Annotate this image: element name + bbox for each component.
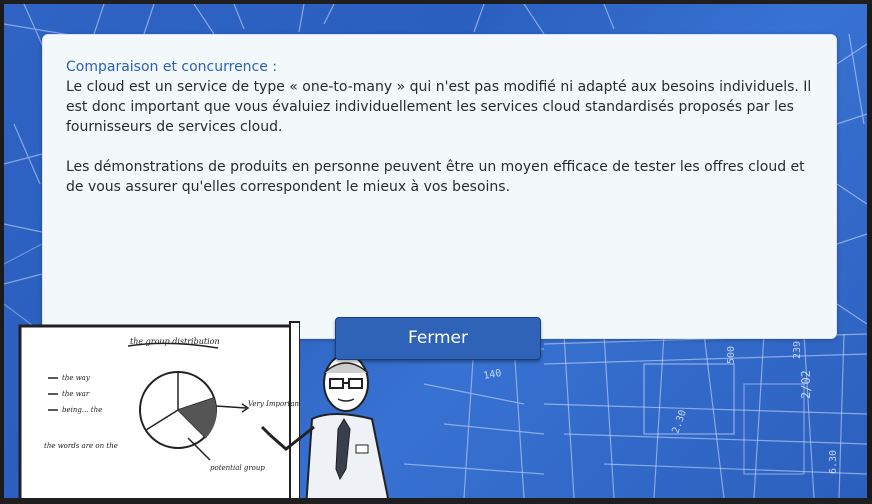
whiteboard-bullet-1: the way [62, 374, 91, 382]
whiteboard-note: the words are on the [44, 442, 118, 450]
slide-stage: 2/02 239 500 6.30 2.30 140 Comparaison e… [4, 4, 867, 498]
info-dialog: Comparaison et concurrence : Le cloud es… [42, 34, 837, 339]
whiteboard-pie [139, 371, 217, 449]
blueprint-label: 2/02 [799, 370, 813, 399]
whiteboard-bullet-2: the war [62, 390, 90, 398]
svg-text:2.30: 2.30 [670, 409, 689, 435]
close-button[interactable]: Fermer [335, 317, 541, 360]
presenter-character [260, 354, 389, 498]
bottom-frame-bar [0, 498, 872, 504]
dialog-paragraph-1: Le cloud est un service de type « one-to… [66, 79, 812, 135]
whiteboard-bullet-3: being... the [62, 406, 102, 414]
svg-text:140: 140 [483, 368, 503, 382]
dialog-title: Comparaison et concurrence : [66, 59, 278, 75]
svg-text:239: 239 [792, 341, 803, 359]
dialog-paragraph-2: Les démonstrations de produits en person… [66, 159, 805, 195]
svg-text:500: 500 [726, 346, 737, 364]
whiteboard-heading: the group distribution [130, 337, 220, 346]
svg-text:6.30: 6.30 [828, 450, 839, 474]
